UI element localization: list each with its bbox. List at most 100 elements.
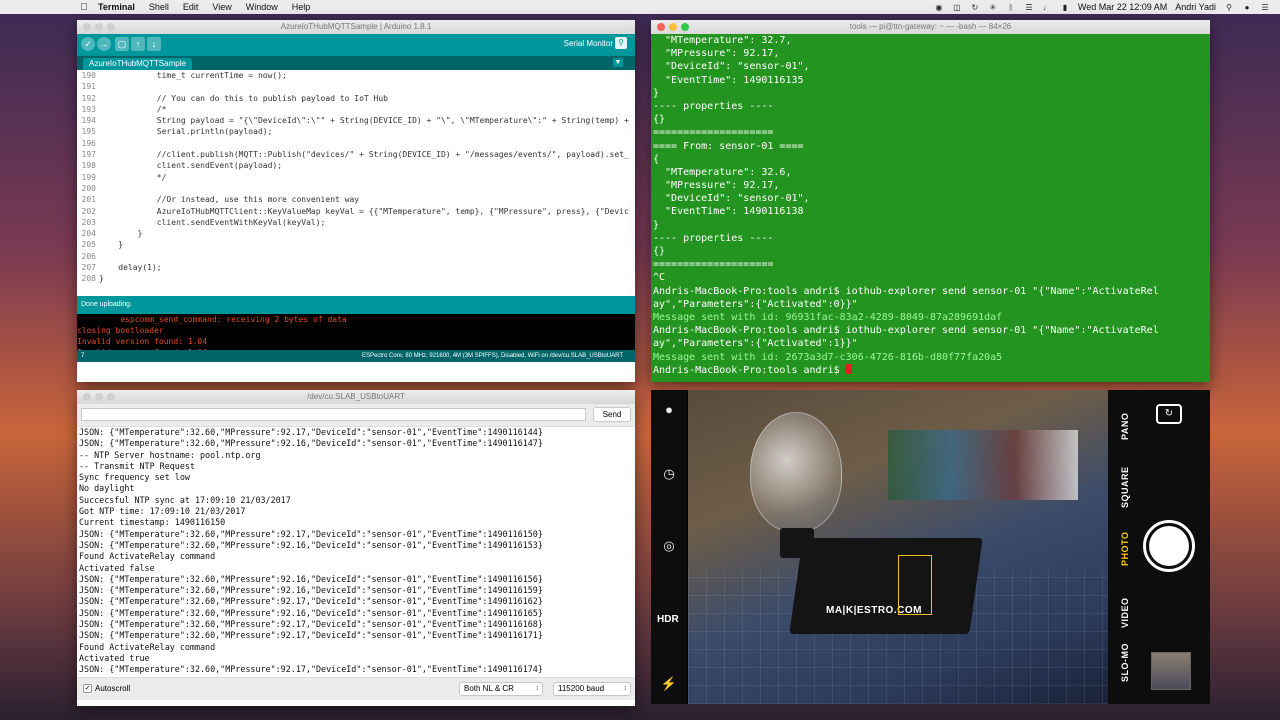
serial-line: -- NTP Server hostname: pool.ntp.org bbox=[79, 449, 261, 460]
prompt-text: Andris-MacBook-Pro:tools andri$ bbox=[653, 364, 846, 376]
bluetooth-icon[interactable]: ᚱ bbox=[1006, 3, 1016, 12]
verify-icon[interactable]: ✓ bbox=[81, 37, 95, 51]
new-sketch-icon[interactable]: ▢ bbox=[115, 37, 129, 51]
close-icon[interactable] bbox=[83, 393, 91, 401]
arduino-titlebar[interactable]: AzureIoTHubMQTTSample | Arduino 1.8.1 bbox=[77, 20, 635, 34]
minimize-icon[interactable] bbox=[95, 23, 103, 31]
code-text: //client.publish(MQTT::Publish("devices/… bbox=[99, 150, 629, 160]
hdr-toggle[interactable]: HDR bbox=[657, 614, 679, 625]
serial-monitor-window: /dev/cu.SLAB_USBtoUART Send JSON: {"MTem… bbox=[77, 390, 635, 706]
zoom-icon[interactable] bbox=[107, 393, 115, 401]
flash-icon[interactable]: ⚡ bbox=[659, 674, 679, 694]
menu-window[interactable]: Window bbox=[246, 2, 278, 12]
minimize-icon[interactable] bbox=[95, 393, 103, 401]
code-line[interactable]: 207 delay(1); bbox=[77, 262, 635, 273]
close-icon[interactable] bbox=[657, 23, 665, 31]
timer-icon[interactable]: ◷ bbox=[659, 464, 679, 484]
serial-line: Got NTP time: 17:09:10 21/03/2017 bbox=[79, 506, 246, 517]
code-line[interactable]: 205 } bbox=[77, 239, 635, 250]
bolt-icon[interactable]: ✳ bbox=[988, 3, 998, 12]
terminal-line: "EventTime": 1490116138 bbox=[653, 206, 804, 218]
code-text: String payload = "{\"DeviceId\":\"" + St… bbox=[99, 116, 629, 126]
code-line[interactable]: 198 client.sendEvent(payload); bbox=[77, 160, 635, 171]
camera-mode-video[interactable]: VIDEO bbox=[1120, 597, 1130, 628]
terminal-prompt[interactable]: Andris-MacBook-Pro:tools andri$ bbox=[653, 363, 1210, 377]
code-line[interactable]: 193 /* bbox=[77, 104, 635, 115]
layers-icon[interactable]: ◫ bbox=[952, 3, 962, 12]
code-line[interactable]: 191 bbox=[77, 81, 635, 92]
live-photo-icon[interactable]: ◎ bbox=[659, 536, 679, 556]
serial-send-input[interactable] bbox=[81, 408, 586, 421]
switch-camera-icon[interactable]: ↻ bbox=[1156, 404, 1182, 424]
code-line[interactable]: 203 client.sendEventWithKeyVal(keyVal); bbox=[77, 217, 635, 228]
code-line[interactable]: 199 */ bbox=[77, 172, 635, 183]
code-line[interactable]: 201 //Or instead, use this more convenie… bbox=[77, 194, 635, 205]
terminal-line: Message sent with id: 2673a3d7-c306-4726… bbox=[653, 351, 1003, 363]
code-text: } bbox=[99, 274, 104, 284]
line-ending-select[interactable]: Both NL & CR ↕ bbox=[459, 682, 543, 696]
code-line[interactable]: 190 time_t currentTime = now(); bbox=[77, 70, 635, 81]
zoom-icon[interactable] bbox=[107, 23, 115, 31]
siri-icon[interactable]: ● bbox=[1242, 3, 1252, 12]
code-line[interactable]: 196 bbox=[77, 138, 635, 149]
camera-mode-photo[interactable]: PHOTO bbox=[1120, 532, 1130, 566]
tab-menu-icon[interactable]: ▼ bbox=[613, 58, 623, 67]
serial-line: JSON: {"MTemperature":32.60,"MPressure":… bbox=[79, 539, 543, 550]
close-icon[interactable] bbox=[83, 23, 91, 31]
shutter-button[interactable] bbox=[1143, 520, 1195, 572]
volume-icon[interactable]: ♩ bbox=[1042, 3, 1052, 12]
save-sketch-icon[interactable]: ↓ bbox=[147, 37, 161, 51]
code-editor[interactable]: 190 time_t currentTime = now(); 191 192 //… bbox=[77, 70, 635, 296]
code-line[interactable]: 192 // You can do this to publish payloa… bbox=[77, 93, 635, 104]
spotlight-icon[interactable]: ⚲ bbox=[1224, 3, 1234, 12]
filters-icon[interactable]: ● bbox=[659, 400, 679, 420]
terminal-output[interactable]: "MTemperature": 32.7, "MPressure": 92.17… bbox=[651, 34, 1210, 382]
code-line[interactable]: 202 AzureIoTHubMQTTClient::KeyValueMap k… bbox=[77, 206, 635, 217]
terminal-line: ==================== bbox=[653, 259, 774, 271]
sync-icon[interactable]: ↻ bbox=[970, 3, 980, 12]
wifi-icon[interactable]: ☰ bbox=[1024, 3, 1034, 12]
menu-edit[interactable]: Edit bbox=[183, 2, 199, 12]
send-button[interactable]: Send bbox=[593, 407, 631, 422]
menubar-clock[interactable]: Wed Mar 22 12:09 AM bbox=[1078, 2, 1167, 12]
code-line[interactable]: 197 //client.publish(MQTT::Publish("devi… bbox=[77, 149, 635, 160]
code-line[interactable]: 204 } bbox=[77, 228, 635, 239]
notification-center-icon[interactable]: ☰ bbox=[1260, 3, 1270, 12]
serial-monitor-icon[interactable]: ⚲ bbox=[615, 37, 627, 49]
battery-icon[interactable]: ▮ bbox=[1060, 3, 1070, 12]
camera-mode-selector[interactable]: PANO SQUARE PHOTO VIDEO SLO-MO bbox=[1120, 390, 1140, 704]
code-line[interactable]: 206 bbox=[77, 251, 635, 262]
code-line[interactable]: 208} bbox=[77, 273, 635, 284]
last-photo-thumbnail[interactable] bbox=[1151, 652, 1191, 690]
camera-mode-slo-mo[interactable]: SLO-MO bbox=[1120, 643, 1130, 682]
serial-line: Activated false bbox=[79, 562, 155, 573]
serial-titlebar[interactable]: /dev/cu.SLAB_USBtoUART bbox=[77, 390, 635, 404]
baud-select[interactable]: 115200 baud ↕ bbox=[553, 682, 631, 696]
minimize-icon[interactable] bbox=[669, 23, 677, 31]
menubar-user[interactable]: Andri Yadi bbox=[1175, 2, 1216, 12]
code-line[interactable]: 194 String payload = "{\"DeviceId\":\"" … bbox=[77, 115, 635, 126]
zoom-icon[interactable] bbox=[681, 23, 689, 31]
camera-mode-square[interactable]: SQUARE bbox=[1120, 466, 1130, 508]
serial-output[interactable]: JSON: {"MTemperature":32.60,"MPressure":… bbox=[77, 426, 635, 678]
app-menu[interactable]: Terminal bbox=[98, 2, 135, 12]
terminal-titlebar[interactable]: tools — pi@ttn-gateway: ~ — -bash — 84×2… bbox=[651, 20, 1210, 34]
menu-shell[interactable]: Shell bbox=[149, 2, 169, 12]
code-line[interactable]: 195 Serial.println(payload); bbox=[77, 126, 635, 137]
terminal-line: ay","Parameters":{"Activated":0}}" bbox=[653, 298, 858, 310]
camera-viewfinder[interactable]: MA|K|ESTRO.COM bbox=[688, 390, 1108, 704]
apple-menu-icon[interactable]:  bbox=[78, 2, 90, 13]
code-line[interactable]: 200 bbox=[77, 183, 635, 194]
autoscroll-toggle[interactable]: ✓ Autoscroll bbox=[83, 684, 130, 693]
open-sketch-icon[interactable]: ↑ bbox=[131, 37, 145, 51]
camera-mode-pano[interactable]: PANO bbox=[1120, 413, 1130, 440]
upload-icon[interactable]: → bbox=[97, 37, 111, 51]
record-icon[interactable]: ◉ bbox=[934, 3, 944, 12]
terminal-line: ^C bbox=[653, 272, 666, 284]
menu-view[interactable]: View bbox=[212, 2, 231, 12]
tab-sketch[interactable]: AzureIoTHubMQTTSample bbox=[83, 58, 192, 70]
line-number: 204 bbox=[81, 229, 96, 239]
line-number: 198 bbox=[81, 161, 96, 171]
autoscroll-checkbox[interactable]: ✓ bbox=[83, 684, 92, 693]
menu-help[interactable]: Help bbox=[292, 2, 311, 12]
